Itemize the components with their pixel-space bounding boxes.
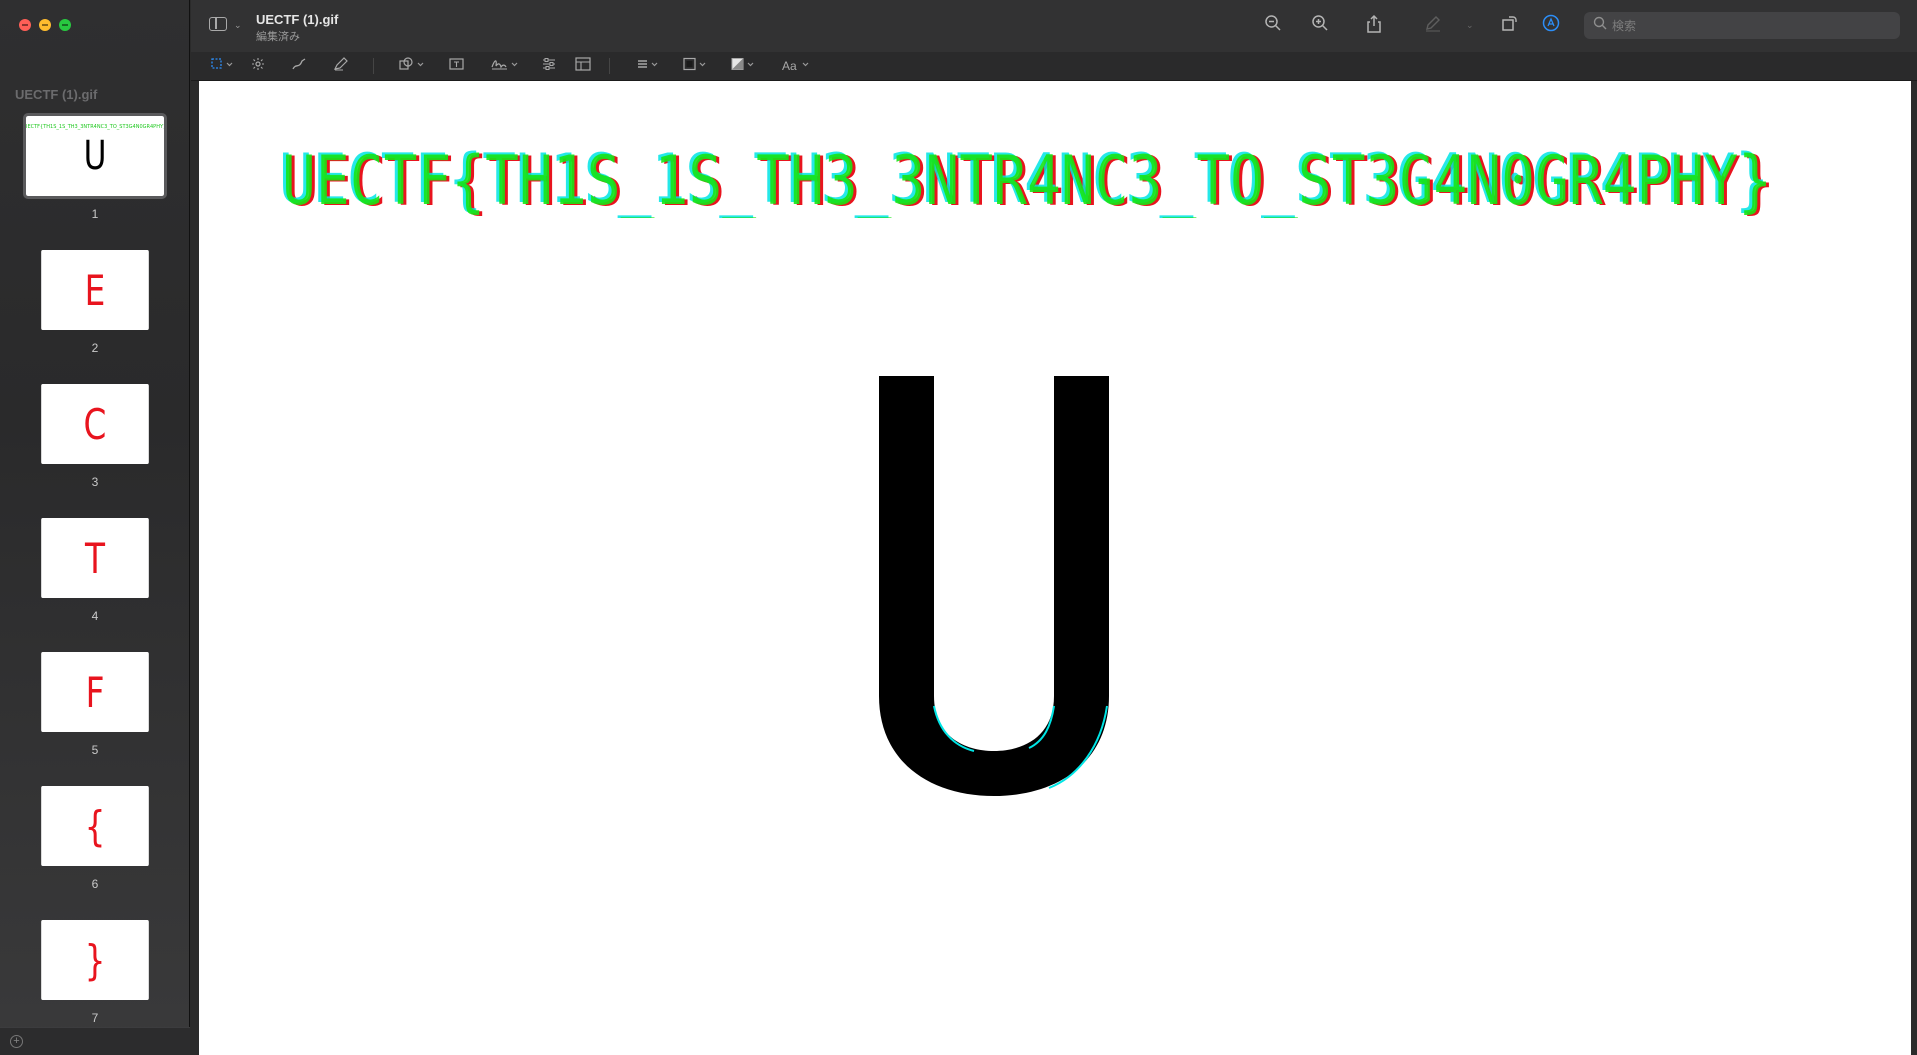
thumbnail-number: 6 <box>91 877 99 891</box>
fill-color-icon[interactable] <box>731 57 759 75</box>
instant-alpha-icon[interactable] <box>251 57 265 75</box>
minimize-window-button[interactable] <box>39 19 51 31</box>
current-frame-letter: U <box>879 376 1109 796</box>
document-title[interactable]: UECTF (1).gif <box>256 12 338 27</box>
thumbnail-frame-3[interactable]: C 3 <box>26 384 164 518</box>
thumbnail-frame-6-preview: { <box>41 786 149 866</box>
thumbnail-frame-5[interactable]: F 5 <box>26 652 164 786</box>
letter-glyph <box>879 376 1109 796</box>
window-controls <box>19 19 71 31</box>
share-icon[interactable] <box>1363 14 1385 36</box>
thumbnail-frame-4-preview: T <box>41 518 149 598</box>
maximize-window-button[interactable] <box>59 19 71 31</box>
thumbnail-frame-2[interactable]: E 2 <box>26 250 164 384</box>
thumbnail-number: 4 <box>91 609 99 623</box>
thumbnail-frame-1[interactable]: UECTF{TH1S_1S_TH3_3NTR4NC3_TO_ST3G4N0GR4… <box>23 113 167 250</box>
toolbar-divider <box>373 58 374 74</box>
rectangular-selection-icon[interactable] <box>211 57 235 75</box>
draw-icon[interactable] <box>333 57 349 75</box>
markup-toolbar: Aa <box>191 52 1917 81</box>
image-canvas[interactable]: UECTF{TH1S_1S_TH3_3NTR4NC3_TO_ST3G4N0GR4… <box>199 81 1914 1055</box>
thumbnail-number: 5 <box>91 743 99 757</box>
document-edited-status: 編集済み <box>256 31 300 43</box>
thumbnail-list: UECTF{TH1S_1S_TH3_3NTR4NC3_TO_ST3G4N0GR4… <box>23 113 167 1054</box>
close-window-button[interactable] <box>19 19 31 31</box>
adjust-color-icon[interactable] <box>541 57 557 75</box>
sidebar-document-title: UECTF (1).gif <box>15 87 98 102</box>
thumbnail-frame-4[interactable]: T 4 <box>26 518 164 652</box>
thumbnail-number: 1 <box>91 207 99 221</box>
chevron-down-icon[interactable]: ⌄ <box>234 20 242 31</box>
thumbnail-frame-7-preview: } <box>41 920 149 1000</box>
markup-pen-icon[interactable] <box>1422 14 1444 36</box>
search-icon <box>1593 16 1607 33</box>
thumbnail-number: 7 <box>91 1011 99 1025</box>
sign-icon[interactable] <box>491 57 523 75</box>
chevron-down-icon[interactable]: ⌄ <box>1466 20 1474 31</box>
title-toolbar: ⌄ UECTF (1).gif 編集済み ⌄ <box>191 0 1917 52</box>
adjust-size-icon[interactable] <box>575 57 591 75</box>
text-style-button[interactable]: Aa <box>782 57 812 75</box>
thumbnail-number: 3 <box>91 475 99 489</box>
zoom-out-icon[interactable] <box>1262 14 1284 36</box>
window-edge <box>1911 81 1914 1055</box>
rotate-icon[interactable] <box>1498 14 1520 36</box>
sidebar-toggle-icon[interactable] <box>209 17 227 31</box>
preview-window: UECTF (1).gif UECTF{TH1S_1S_TH3_3NTR4NC3… <box>0 0 1917 1055</box>
markup-toggle-icon[interactable] <box>1540 14 1562 36</box>
zoom-in-icon[interactable] <box>1309 14 1331 36</box>
toolbar-divider <box>609 58 610 74</box>
sidebar-footer: + <box>0 1027 190 1055</box>
text-style-label: Aa <box>782 59 797 73</box>
text-box-icon[interactable] <box>449 57 465 75</box>
thumbnail-frame-2-preview: E <box>41 250 149 330</box>
thumbnail-frame-3-preview: C <box>41 384 149 464</box>
search-field[interactable] <box>1584 12 1900 39</box>
thumbnail-number: 2 <box>91 341 99 355</box>
thumbnail-frame-1-letter: U <box>83 133 107 179</box>
flag-banner: UECTF{TH1S_1S_TH3_3NTR4NC3_TO_ST3G4N0GR4… <box>279 140 1781 222</box>
search-input[interactable] <box>1612 16 1892 35</box>
sketch-icon[interactable] <box>291 57 307 75</box>
shapes-icon[interactable] <box>399 57 427 75</box>
flag-text-green-layer: UECTF{TH1S_1S_TH3_3NTR4NC3_TO_ST3G4N0GR4… <box>282 143 1772 218</box>
thumbnail-sidebar: UECTF (1).gif UECTF{TH1S_1S_TH3_3NTR4NC3… <box>0 0 190 1055</box>
shape-style-icon[interactable] <box>636 57 664 75</box>
border-color-icon[interactable] <box>683 57 711 75</box>
thumbnail-frame-6[interactable]: { 6 <box>26 786 164 920</box>
add-page-button[interactable]: + <box>10 1035 23 1048</box>
thumbnail-frame-5-preview: F <box>41 652 149 732</box>
flag-text-graphic: UECTF{TH1S_1S_TH3_3NTR4NC3_TO_ST3G4N0GR4… <box>279 140 1775 222</box>
